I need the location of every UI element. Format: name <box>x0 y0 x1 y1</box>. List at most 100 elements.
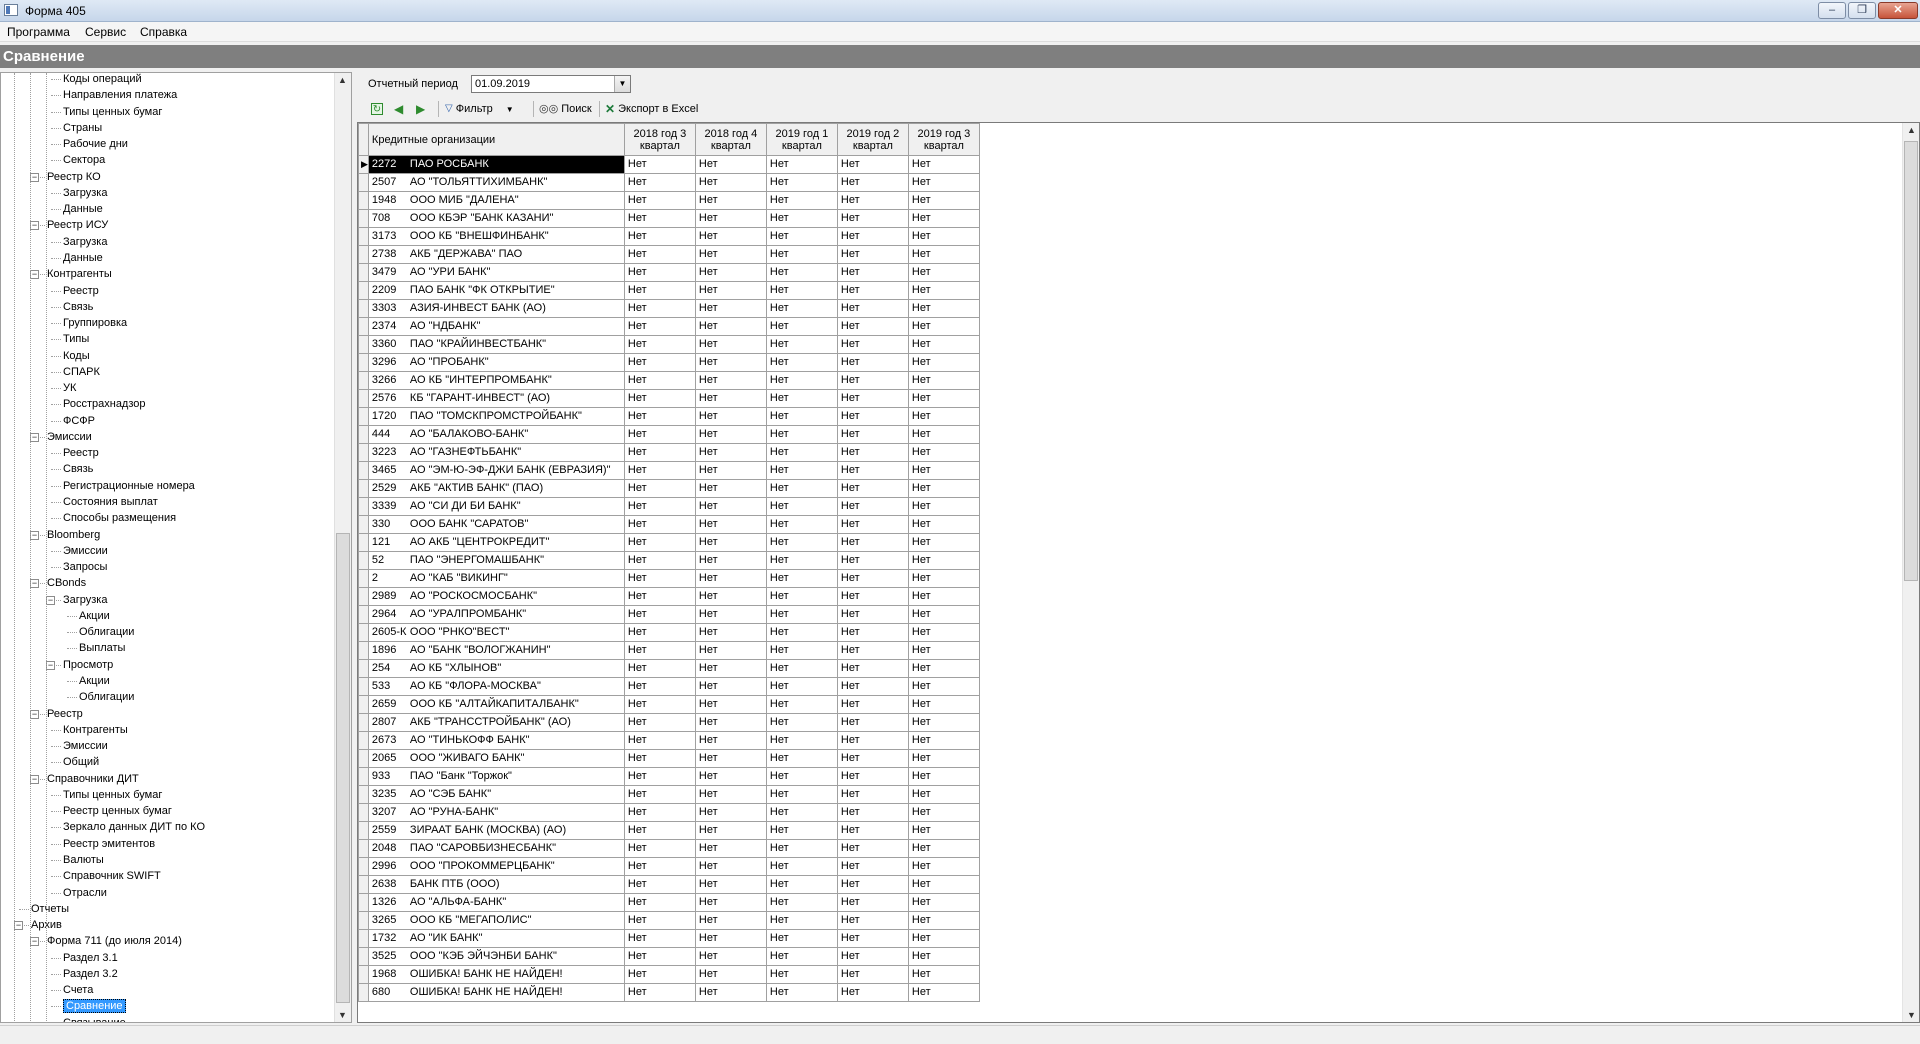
period-status-cell[interactable]: Нет <box>907 443 980 462</box>
row-indicator[interactable] <box>358 821 369 840</box>
row-indicator[interactable] <box>358 335 369 354</box>
period-status-cell[interactable]: Нет <box>765 821 838 840</box>
period-status-cell[interactable]: Нет <box>836 695 909 714</box>
period-status-cell[interactable]: Нет <box>694 497 767 516</box>
period-status-cell[interactable]: Нет <box>765 335 838 354</box>
table-row[interactable]: ▶ 2272 ПАО РОСБАНК Нет Нет Нет Нет Нет <box>358 155 980 174</box>
period-status-cell[interactable]: Нет <box>623 245 696 264</box>
tree-node[interactable]: Облигации <box>79 689 134 705</box>
organization-cell[interactable]: 3479 АО "УРИ БАНК" <box>367 263 625 282</box>
table-row[interactable]: 3266 АО КБ "ИНТЕРПРОМБАНК" Нет Нет Нет Нет Нет <box>358 371 980 390</box>
tree-node[interactable]: Просмотр <box>63 657 113 673</box>
period-status-cell[interactable]: Нет <box>694 947 767 966</box>
period-status-cell[interactable]: Нет <box>836 767 909 786</box>
period-status-cell[interactable]: Нет <box>694 677 767 696</box>
column-header-organizations[interactable]: Кредитные организации <box>367 123 625 156</box>
table-row[interactable]: 2559 ЗИРААТ БАНК (МОСКВА) (АО) Нет Нет Нет Не… <box>358 821 980 840</box>
period-status-cell[interactable]: Нет <box>836 353 909 372</box>
period-status-cell[interactable]: Нет <box>694 281 767 300</box>
organization-cell[interactable]: 2673 АО "ТИНЬКОФФ БАНК" <box>367 731 625 750</box>
table-row[interactable]: 121 АО АКБ "ЦЕНТРОКРЕДИТ" Нет Нет Нет Нет Нет <box>358 533 980 552</box>
table-row[interactable]: 2807 АКБ "ТРАНССТРОЙБАНК" (АО) Нет Нет Нет Не… <box>358 713 980 732</box>
row-indicator[interactable] <box>358 551 369 570</box>
tree-node[interactable]: Данные <box>63 250 103 266</box>
organization-cell[interactable]: 1732 АО "ИК БАНК" <box>367 929 625 948</box>
period-status-cell[interactable]: Нет <box>836 425 909 444</box>
tree-node[interactable]: Справочники ДИТ <box>47 771 139 787</box>
period-status-cell[interactable]: Нет <box>907 281 980 300</box>
period-status-cell[interactable]: Нет <box>765 245 838 264</box>
table-row[interactable]: 2605-К ООО "РНКО"ВЕСТ" Нет Нет Нет Нет Нет <box>358 623 980 642</box>
table-row[interactable]: 2989 АО "РОСКОСМОСБАНК" Нет Нет Нет Нет Нет <box>358 587 980 606</box>
organization-cell[interactable]: 2989 АО "РОСКОСМОСБАНК" <box>367 587 625 606</box>
column-header-period[interactable]: 2019 год 2 квартал <box>836 123 909 156</box>
row-indicator[interactable] <box>358 929 369 948</box>
table-row[interactable]: 2659 ООО КБ "АЛТАЙКАПИТАЛБАНК" Нет Нет Нет Не… <box>358 695 980 714</box>
period-status-cell[interactable]: Нет <box>836 965 909 984</box>
period-status-cell[interactable]: Нет <box>907 965 980 984</box>
period-status-cell[interactable]: Нет <box>623 623 696 642</box>
period-status-cell[interactable]: Нет <box>836 281 909 300</box>
period-status-cell[interactable]: Нет <box>694 191 767 210</box>
row-indicator[interactable] <box>358 767 369 786</box>
period-status-cell[interactable]: Нет <box>623 227 696 246</box>
table-row[interactable]: 708 ООО КБЭР "БАНК КАЗАНИ" Нет Нет Нет Нет Нет <box>358 209 980 228</box>
row-indicator[interactable] <box>358 173 369 192</box>
organizations-grid[interactable]: Кредитные организации 2018 год 3 квартал … <box>357 122 1920 1023</box>
period-status-cell[interactable]: Нет <box>836 929 909 948</box>
table-row[interactable]: 2738 АКБ "ДЕРЖАВА" ПАО Нет Нет Нет Нет Нет <box>358 245 980 264</box>
row-indicator[interactable] <box>358 497 369 516</box>
menu-service[interactable]: Сервис <box>85 25 126 39</box>
row-indicator[interactable] <box>358 713 369 732</box>
organization-cell[interactable]: 2996 ООО "ПРОКОММЕРЦБАНК" <box>367 857 625 876</box>
period-status-cell[interactable]: Нет <box>765 389 838 408</box>
tree-node[interactable]: Эмиссии <box>63 738 108 754</box>
period-status-cell[interactable]: Нет <box>694 389 767 408</box>
tree-node[interactable]: УК <box>63 380 76 396</box>
period-status-cell[interactable]: Нет <box>765 461 838 480</box>
tree-node[interactable]: Счета <box>63 982 93 998</box>
period-status-cell[interactable]: Нет <box>907 551 980 570</box>
period-status-cell[interactable]: Нет <box>765 893 838 912</box>
period-status-cell[interactable]: Нет <box>907 893 980 912</box>
navigation-tree[interactable]: Коды операций Направления платежа Типы цен… <box>0 72 352 1023</box>
organization-cell[interactable]: 2529 АКБ "АКТИВ БАНК" (ПАО) <box>367 479 625 498</box>
period-status-cell[interactable]: Нет <box>907 407 980 426</box>
tree-node[interactable]: Bloomberg <box>47 527 100 543</box>
period-status-cell[interactable]: Нет <box>765 371 838 390</box>
period-status-cell[interactable]: Нет <box>765 587 838 606</box>
tree-node[interactable]: Направления платежа <box>63 87 177 103</box>
tree-collapse-icon[interactable]: − <box>30 221 39 231</box>
period-status-cell[interactable]: Нет <box>765 803 838 822</box>
forward-button[interactable]: ▶ <box>416 100 425 118</box>
row-indicator[interactable] <box>358 515 369 534</box>
period-status-cell[interactable]: Нет <box>623 335 696 354</box>
period-status-cell[interactable]: Нет <box>623 371 696 390</box>
period-status-cell[interactable]: Нет <box>907 695 980 714</box>
period-status-cell[interactable]: Нет <box>694 857 767 876</box>
period-status-cell[interactable]: Нет <box>765 785 838 804</box>
period-status-cell[interactable]: Нет <box>765 767 838 786</box>
period-status-cell[interactable]: Нет <box>623 983 696 1002</box>
table-row[interactable]: 3479 АО "УРИ БАНК" Нет Нет Нет Нет Нет <box>358 263 980 282</box>
row-indicator[interactable] <box>358 605 369 624</box>
tree-node[interactable]: Реестр <box>63 445 99 461</box>
organization-cell[interactable]: 3235 АО "СЭБ БАНК" <box>367 785 625 804</box>
period-status-cell[interactable]: Нет <box>694 605 767 624</box>
tree-node[interactable]: Сравнение <box>63 998 126 1014</box>
period-status-cell[interactable]: Нет <box>623 677 696 696</box>
table-row[interactable]: 3296 АО "ПРОБАНК" Нет Нет Нет Нет Нет <box>358 353 980 372</box>
period-status-cell[interactable]: Нет <box>836 299 909 318</box>
period-status-cell[interactable]: Нет <box>907 587 980 606</box>
table-row[interactable]: 680 ОШИБКА! БАНК НЕ НАЙДЕН! Нет Нет Нет Нет Не… <box>358 983 980 1002</box>
period-status-cell[interactable]: Нет <box>907 875 980 894</box>
period-status-cell[interactable]: Нет <box>907 659 980 678</box>
period-status-cell[interactable]: Нет <box>623 299 696 318</box>
tree-collapse-icon[interactable]: − <box>30 172 39 182</box>
period-status-cell[interactable]: Нет <box>694 767 767 786</box>
period-status-cell[interactable]: Нет <box>836 227 909 246</box>
tree-node[interactable]: Группировка <box>63 315 127 331</box>
table-row[interactable]: 1968 ОШИБКА! БАНК НЕ НАЙДЕН! Нет Нет Нет Нет Н… <box>358 965 980 984</box>
tree-node[interactable]: Форма 711 (до июля 2014) <box>47 933 182 949</box>
organization-cell[interactable]: 708 ООО КБЭР "БАНК КАЗАНИ" <box>367 209 625 228</box>
